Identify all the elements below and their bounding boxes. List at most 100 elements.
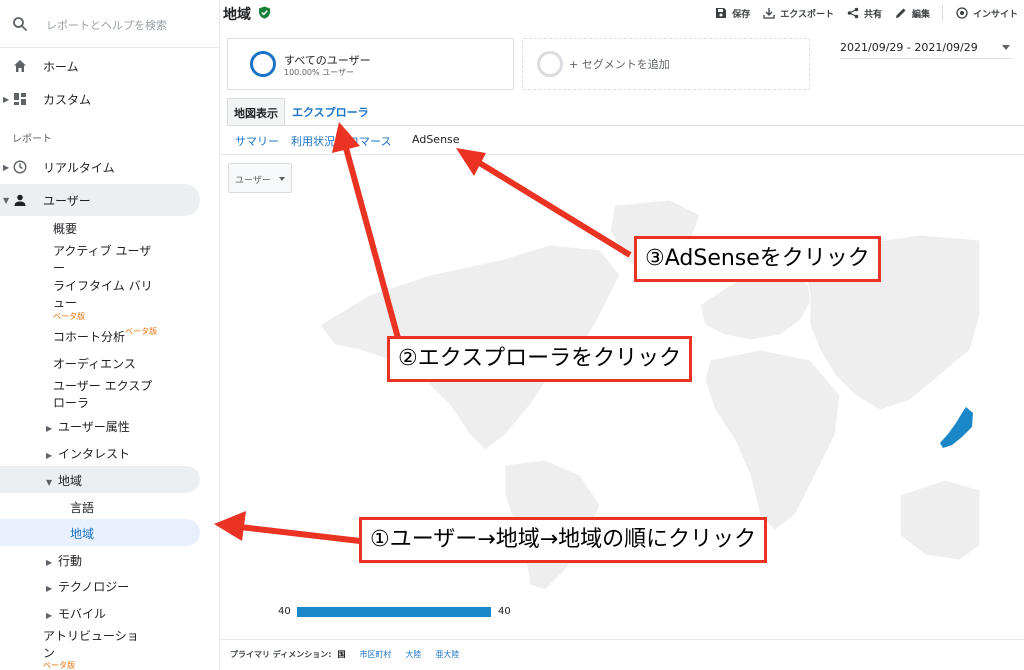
- analytics-page: レポートとヘルプを検索 ホーム ▶ カスタム レポート ▶ リアルタイム ▼ ユ…: [0, 0, 1024, 670]
- add-segment-button[interactable]: + セグメントを追加: [522, 38, 810, 90]
- subtab-ecommerce[interactable]: コマース: [348, 133, 391, 149]
- report-search[interactable]: レポートとヘルプを検索: [0, 0, 220, 48]
- caret-right-icon: ▶: [46, 424, 53, 433]
- edit-label: 編集: [911, 9, 930, 20]
- sidebar-tree-interests[interactable]: ▶ インタレスト: [46, 445, 130, 462]
- segment-ring-icon: [250, 51, 276, 77]
- sidebar-tree-behavior[interactable]: ▶ 行動: [46, 552, 82, 569]
- caret-right-icon: ▶: [46, 451, 53, 460]
- subtab-usage[interactable]: 利用状況: [291, 133, 335, 149]
- sidebar-tree-technology[interactable]: ▶ テクノロジー: [46, 578, 129, 595]
- metric-select-value: ユーザー: [235, 176, 271, 186]
- sidebar-sub-user-explorer[interactable]: ユーザー エクスプ ローラ: [53, 378, 152, 412]
- caret-right-icon: ▶: [46, 611, 53, 620]
- subtab-adsense[interactable]: AdSense: [412, 133, 460, 146]
- title-row: 地域 保存 エクスポート 共有 編集 インサイト: [220, 0, 1024, 28]
- dimension-divider: [220, 639, 1024, 640]
- label-line: アトリビューショ: [43, 629, 139, 643]
- date-range-picker[interactable]: 2021/09/29 - 2021/09/29: [840, 41, 1012, 59]
- sidebar-tree-language[interactable]: 言語: [70, 499, 94, 516]
- caret-down-icon: ▼: [3, 195, 10, 205]
- insight-label: インサイト: [972, 9, 1018, 20]
- tab-explorer[interactable]: エクスプローラ: [286, 98, 376, 126]
- export-label: エクスポート: [780, 9, 834, 20]
- sidebar-item-realtime[interactable]: ▶ リアルタイム: [0, 151, 200, 183]
- sidebar-item-users[interactable]: ▼ ユーザー: [0, 184, 200, 216]
- dashboard-icon: [14, 93, 26, 105]
- export-button[interactable]: エクスポート: [763, 7, 834, 20]
- sidebar-sub-lifetime-value[interactable]: ライフタイム バリ ュー: [53, 278, 153, 312]
- tab-map-view[interactable]: 地図表示: [227, 98, 285, 126]
- segment-percentage: 100.00% ユーザー: [284, 68, 354, 77]
- label-line: ユーザー エクスプ: [53, 379, 153, 393]
- sidebar-item-attribution[interactable]: アトリビューショ ン: [43, 628, 139, 662]
- segment-all-users[interactable]: すべてのユーザー 100.00% ユーザー: [227, 38, 514, 90]
- sidebar-tree-location-highlight: [0, 519, 200, 546]
- dimension-city[interactable]: 市区町村: [359, 649, 391, 660]
- annotation-step2: ②エクスプローラをクリック: [387, 336, 693, 382]
- primary-dimension-bar: プライマリ ディメンション: 国 市区町村 大陸 亜大陸: [230, 649, 473, 660]
- subtab-summary[interactable]: サマリー: [235, 133, 279, 149]
- primary-dimension-label: プライマリ ディメンション:: [230, 650, 332, 659]
- dimension-continent[interactable]: 大陸: [405, 649, 421, 660]
- share-label: 共有: [863, 9, 882, 20]
- map-region-japan: [940, 407, 973, 448]
- label-line: アクティブ ユーザ: [53, 244, 152, 258]
- dimension-country[interactable]: 国: [337, 649, 345, 660]
- beta-badge: ベータ版: [125, 327, 157, 336]
- sidebar-item-custom[interactable]: ▶ カスタム: [0, 83, 200, 115]
- sidebar-sub-active-users[interactable]: アクティブ ユーザ ー: [53, 243, 151, 277]
- share-button[interactable]: 共有: [847, 7, 882, 20]
- clock-icon: [13, 160, 27, 174]
- toolbar-divider: [941, 5, 943, 21]
- subnav-divider: [220, 154, 1024, 155]
- map-region-africa: [704, 349, 841, 531]
- annotation-step1: ①ユーザー→地域→地域の順にクリック: [359, 517, 768, 563]
- download-icon: [763, 8, 775, 19]
- sidebar-item-label: ホーム: [43, 59, 79, 74]
- share-icon: [847, 7, 859, 19]
- sidebar-sub-audience[interactable]: オーディエンス: [53, 356, 136, 373]
- report-toolbar: 保存 エクスポート 共有 編集 インサイト: [702, 5, 1018, 21]
- sidebar-item-label: カスタム: [43, 92, 92, 107]
- label-line: ュー: [53, 296, 78, 310]
- sidebar-tree-location[interactable]: 地域: [70, 525, 94, 542]
- edit-button[interactable]: 編集: [895, 7, 930, 20]
- save-icon: [716, 8, 727, 18]
- sidebar-tree-geo[interactable]: ▼ 地域: [46, 472, 82, 489]
- verified-shield-icon: [259, 6, 270, 19]
- chevron-down-icon: [1002, 45, 1010, 50]
- legend-max: 40: [498, 606, 511, 617]
- sidebar-item-home[interactable]: ホーム: [0, 50, 200, 82]
- person-icon: [14, 194, 26, 206]
- home-icon: [14, 60, 26, 72]
- sidebar-tree-mobile[interactable]: ▶ モバイル: [46, 605, 106, 622]
- tree-label: モバイル: [58, 607, 107, 621]
- pencil-icon: [895, 8, 906, 18]
- insight-icon: [956, 7, 968, 19]
- sidebar-item-label: リアルタイム: [43, 160, 115, 175]
- segment-ring-icon: [537, 51, 563, 77]
- main-content: 地域 保存 エクスポート 共有 編集 インサイト すべてのユーザー 100.00…: [220, 0, 1024, 670]
- date-range-text: 2021/09/29 - 2021/09/29: [840, 41, 978, 54]
- sidebar-tree-demographics[interactable]: ▶ ユーザー属性: [46, 418, 130, 435]
- legend-color-bar: [297, 607, 491, 617]
- save-button[interactable]: 保存: [715, 7, 750, 20]
- caret-right-icon: ▶: [3, 162, 10, 172]
- beta-badge: ベータ版: [53, 312, 85, 321]
- dimension-subcontinent[interactable]: 亜大陸: [435, 649, 459, 660]
- sidebar: レポートとヘルプを検索 ホーム ▶ カスタム レポート ▶ リアルタイム ▼ ユ…: [0, 0, 220, 670]
- sidebar-tree-geo-highlight: [0, 466, 200, 493]
- legend-min: 40: [278, 606, 291, 617]
- caret-right-icon: ▶: [46, 558, 53, 567]
- tree-label: 行動: [58, 554, 83, 568]
- save-label: 保存: [732, 9, 751, 20]
- sidebar-sub-overview[interactable]: 概要: [53, 221, 77, 238]
- caret-down-icon: ▼: [46, 478, 53, 487]
- insight-button[interactable]: インサイト: [956, 7, 1018, 20]
- add-segment-label: + セグメントを追加: [569, 58, 670, 71]
- sidebar-sub-cohort[interactable]: コホート分析: [53, 329, 125, 346]
- tree-label: ユーザー属性: [58, 420, 130, 434]
- search-placeholder: レポートとヘルプを検索: [46, 19, 167, 32]
- tree-label: インタレスト: [58, 447, 131, 461]
